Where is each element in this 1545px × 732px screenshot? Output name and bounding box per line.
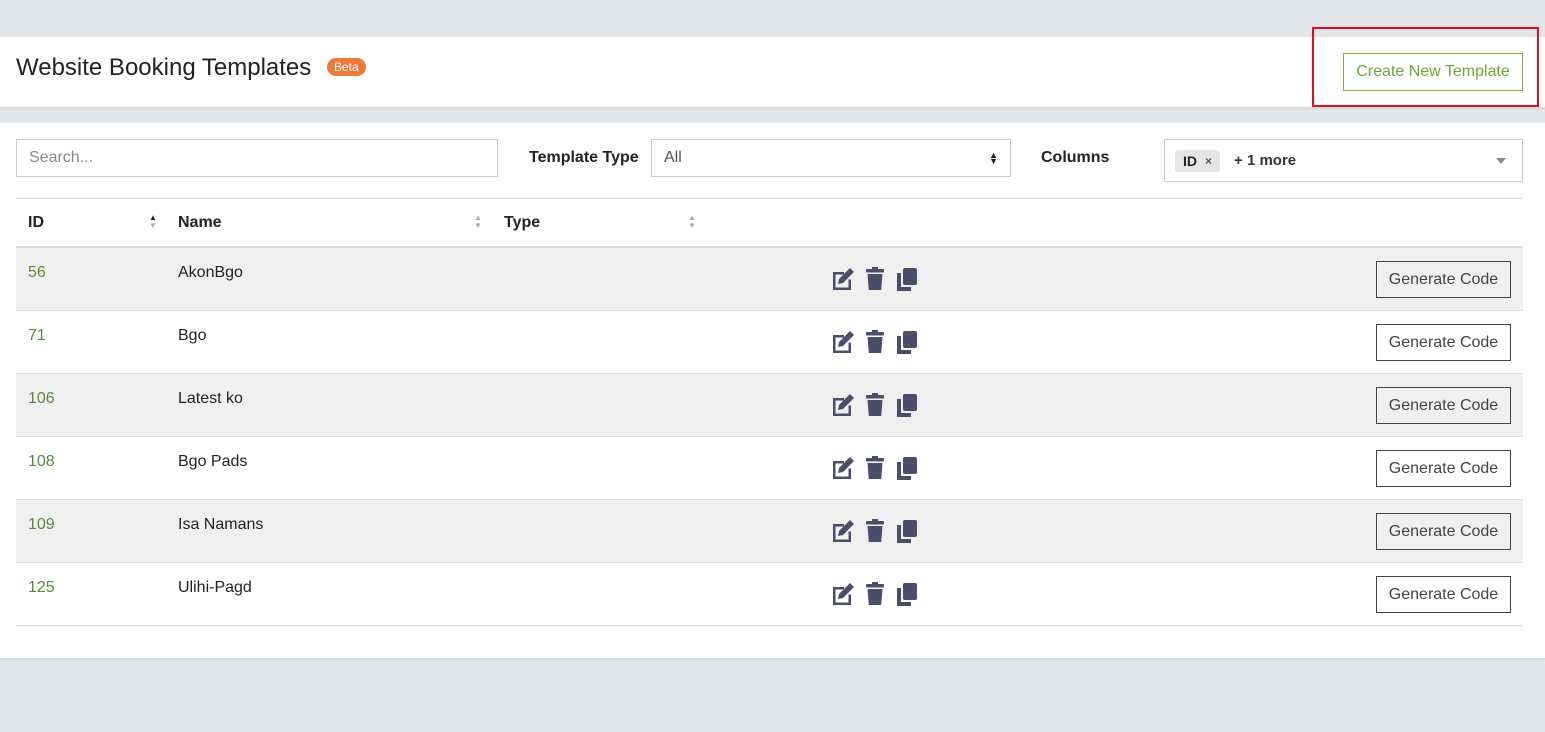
sort-icon[interactable]: ▲ ▼ <box>688 214 696 230</box>
template-id[interactable]: 108 <box>28 453 55 471</box>
row-actions <box>830 518 920 544</box>
column-header-id[interactable]: ID <box>28 214 44 232</box>
edit-icon[interactable] <box>830 329 856 355</box>
table-row: 71 Bgo Generate Code <box>16 311 1523 374</box>
row-actions <box>830 581 920 607</box>
generate-code-button[interactable]: Generate Code <box>1376 261 1511 298</box>
template-name: Ulihi-Pagd <box>178 579 252 596</box>
trash-icon[interactable] <box>862 392 888 418</box>
row-actions <box>830 455 920 481</box>
columns-label: Columns <box>1041 149 1110 166</box>
template-id[interactable]: 56 <box>28 264 46 282</box>
table-body: 56 AkonBgo Generate Code 71 Bgo Generate… <box>16 248 1523 626</box>
template-name: Latest ko <box>178 390 243 407</box>
trash-icon[interactable] <box>862 455 888 481</box>
search-input[interactable] <box>16 139 498 177</box>
trash-icon[interactable] <box>862 518 888 544</box>
page-title: Website Booking Templates <box>16 54 312 81</box>
edit-icon[interactable] <box>830 266 856 292</box>
table-row: 108 Bgo Pads Generate Code <box>16 437 1523 500</box>
template-name: AkonBgo <box>178 264 243 281</box>
generate-code-button[interactable]: Generate Code <box>1376 387 1511 424</box>
trash-icon[interactable] <box>862 581 888 607</box>
templates-panel: Template Type All ▲▼ Columns ID × + 1 mo… <box>0 123 1545 658</box>
select-arrows-icon: ▲ ▼ <box>989 150 998 166</box>
template-id[interactable]: 106 <box>28 390 55 408</box>
edit-icon[interactable] <box>830 581 856 607</box>
generate-code-button[interactable]: Generate Code <box>1376 513 1511 550</box>
copy-icon[interactable] <box>894 518 920 544</box>
copy-icon[interactable] <box>894 329 920 355</box>
template-name: Bgo <box>178 327 207 344</box>
generate-code-button[interactable]: Generate Code <box>1376 576 1511 613</box>
generate-code-button[interactable]: Generate Code <box>1376 450 1511 487</box>
template-id[interactable]: 109 <box>28 516 55 534</box>
table-row: 125 Ulihi-Pagd Generate Code <box>16 563 1523 626</box>
column-chip-label: ID <box>1183 152 1197 169</box>
columns-more-text: + 1 more <box>1234 152 1297 169</box>
sort-asc-icon[interactable]: ▲ ▼ <box>149 214 157 230</box>
copy-icon[interactable] <box>894 455 920 481</box>
copy-icon[interactable] <box>894 266 920 292</box>
table-row: 106 Latest ko Generate Code <box>16 374 1523 437</box>
beta-badge: Beta <box>327 58 366 76</box>
edit-icon[interactable] <box>830 518 856 544</box>
copy-icon[interactable] <box>894 392 920 418</box>
trash-icon[interactable] <box>862 266 888 292</box>
create-new-template-button[interactable]: Create New Template <box>1343 53 1523 91</box>
template-id[interactable]: 125 <box>28 579 55 597</box>
template-name: Bgo Pads <box>178 453 248 470</box>
edit-icon[interactable] <box>830 392 856 418</box>
template-id[interactable]: 71 <box>28 327 46 345</box>
edit-icon[interactable] <box>830 455 856 481</box>
row-actions <box>830 329 920 355</box>
table-header: ID ▲ ▼ Name ▲ ▼ Type ▲ ▼ <box>16 199 1523 248</box>
templates-table: ID ▲ ▼ Name ▲ ▼ Type ▲ ▼ 56 AkonBgo Gene… <box>16 198 1523 626</box>
trash-icon[interactable] <box>862 329 888 355</box>
template-type-select[interactable]: All ▲ ▼ <box>651 139 1011 177</box>
row-actions <box>830 266 920 292</box>
template-type-label: Template Type <box>529 149 639 166</box>
columns-select[interactable]: ID × + 1 more <box>1164 139 1523 182</box>
copy-icon[interactable] <box>894 581 920 607</box>
template-type-value: All <box>664 149 682 166</box>
table-row: 56 AkonBgo Generate Code <box>16 248 1523 311</box>
row-actions <box>830 392 920 418</box>
column-header-name[interactable]: Name <box>178 214 222 232</box>
generate-code-button[interactable]: Generate Code <box>1376 324 1511 361</box>
table-row: 109 Isa Namans Generate Code <box>16 500 1523 563</box>
column-chip-id: ID × <box>1175 149 1221 172</box>
template-name: Isa Namans <box>178 516 264 533</box>
sort-icon[interactable]: ▲ ▼ <box>474 214 482 230</box>
chip-remove-icon[interactable]: × <box>1205 154 1212 168</box>
column-header-type[interactable]: Type <box>504 214 540 232</box>
chevron-down-icon[interactable] <box>1496 158 1506 164</box>
